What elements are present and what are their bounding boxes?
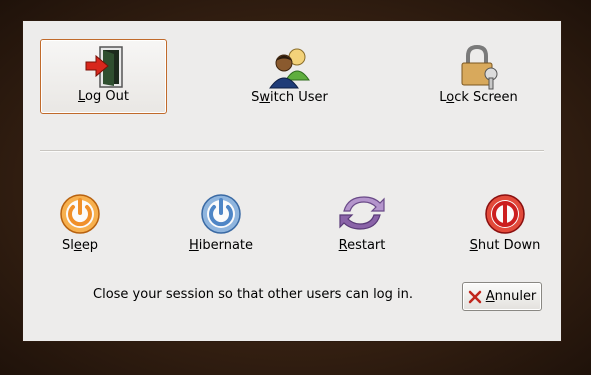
sleep-power-icon: [60, 194, 100, 234]
restart-button[interactable]: Restart: [321, 191, 403, 261]
restart-icon: [339, 196, 385, 230]
separator: [40, 150, 544, 152]
sleep-button[interactable]: Sleep: [40, 191, 120, 261]
hibernate-power-icon: [201, 194, 241, 234]
log-out-button[interactable]: Log Out: [40, 39, 167, 114]
hibernate-button[interactable]: Hibernate: [179, 191, 263, 261]
cancel-button[interactable]: Annuler: [462, 282, 542, 311]
shut-down-button[interactable]: Shut Down: [461, 191, 549, 261]
switch-user-button[interactable]: Switch User: [227, 40, 352, 113]
cancel-label: Annuler: [485, 289, 537, 304]
cancel-x-icon: [468, 290, 481, 303]
lock-screen-icon: [461, 44, 497, 90]
lock-screen-button[interactable]: Lock Screen: [416, 40, 541, 113]
shutdown-icon: [485, 194, 525, 234]
logout-door-icon: [85, 46, 123, 88]
logout-dialog: Log Out Switch User Lock Screen Sleep Hi…: [23, 21, 561, 341]
switch-user-icon: [268, 48, 310, 89]
session-message: Close your session so that other users c…: [93, 287, 413, 302]
